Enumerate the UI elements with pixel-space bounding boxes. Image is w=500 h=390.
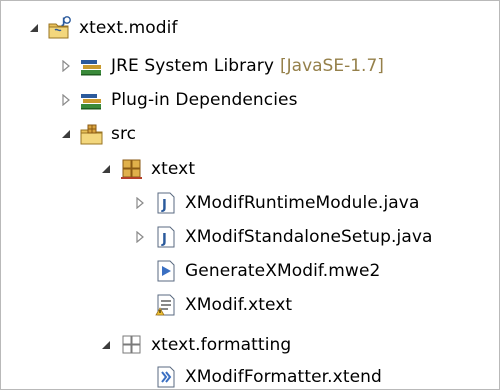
- svg-text:J: J: [161, 198, 167, 213]
- expanded-arrow-icon[interactable]: [27, 18, 41, 38]
- tree-item-runtime-module[interactable]: J XModifRuntimeModule.java: [133, 185, 419, 221]
- tree-item-label: xtext.modif: [79, 18, 178, 38]
- tree-item-label: XModifStandaloneSetup.java: [185, 227, 433, 247]
- tree-item-formatter[interactable]: XModifFormatter.xtend: [153, 359, 382, 389]
- tree-item-label: XModifFormatter.xtend: [185, 367, 382, 387]
- tree-item-plugin-dependencies[interactable]: Plug-in Dependencies: [59, 82, 298, 118]
- tree-item-standalone-setup[interactable]: J XModifStandaloneSetup.java: [133, 219, 433, 255]
- tree-item-package-formatting[interactable]: xtext.formatting: [99, 327, 291, 363]
- tree-item-project[interactable]: J xtext.modif: [27, 10, 178, 46]
- collapsed-arrow-icon[interactable]: [133, 193, 147, 213]
- expanded-arrow-icon[interactable]: [59, 124, 73, 144]
- tree-item-xtext-file[interactable]: XModif.xtext: [153, 287, 292, 323]
- tree-item-generate-mwe2[interactable]: GenerateXModif.mwe2: [153, 253, 380, 289]
- expanded-arrow-icon[interactable]: [99, 335, 113, 355]
- tree-item-label: XModif.xtext: [185, 295, 293, 315]
- collapsed-arrow-icon[interactable]: [59, 90, 73, 110]
- tree-item-label: xtext: [151, 159, 196, 179]
- jre-version-decoration: [JavaSE-1.7]: [280, 56, 384, 76]
- tree-item-label: GenerateXModif.mwe2: [185, 261, 381, 281]
- svg-text:J: J: [161, 232, 167, 247]
- package-icon: [119, 156, 145, 182]
- tree-item-label: Plug-in Dependencies: [111, 90, 298, 110]
- library-icon: [79, 87, 105, 113]
- source-folder-icon: [79, 121, 105, 147]
- package-outline-icon: [119, 332, 145, 358]
- java-file-icon: J: [153, 224, 179, 250]
- java-project-icon: J: [47, 15, 73, 41]
- library-icon: [79, 53, 105, 79]
- package-explorer-tree: J xtext.modif JRE System Library [JavaSE…: [0, 0, 500, 390]
- tree-item-jre-system-library[interactable]: JRE System Library [JavaSE-1.7]: [59, 48, 384, 84]
- tree-item-label: JRE System Library: [111, 56, 275, 76]
- collapsed-arrow-icon[interactable]: [59, 56, 73, 76]
- java-file-icon: J: [153, 190, 179, 216]
- tree-item-label: XModifRuntimeModule.java: [185, 193, 420, 213]
- mwe2-file-icon: [153, 258, 179, 284]
- tree-item-label: xtext.formatting: [151, 335, 292, 355]
- tree-item-package-xtext[interactable]: xtext: [99, 151, 195, 187]
- tree-item-label: src: [111, 124, 137, 144]
- collapsed-arrow-icon[interactable]: [133, 227, 147, 247]
- xtext-file-icon: [153, 292, 179, 318]
- tree-item-src[interactable]: src: [59, 116, 136, 152]
- expanded-arrow-icon[interactable]: [99, 159, 113, 179]
- xtend-file-icon: [153, 364, 179, 389]
